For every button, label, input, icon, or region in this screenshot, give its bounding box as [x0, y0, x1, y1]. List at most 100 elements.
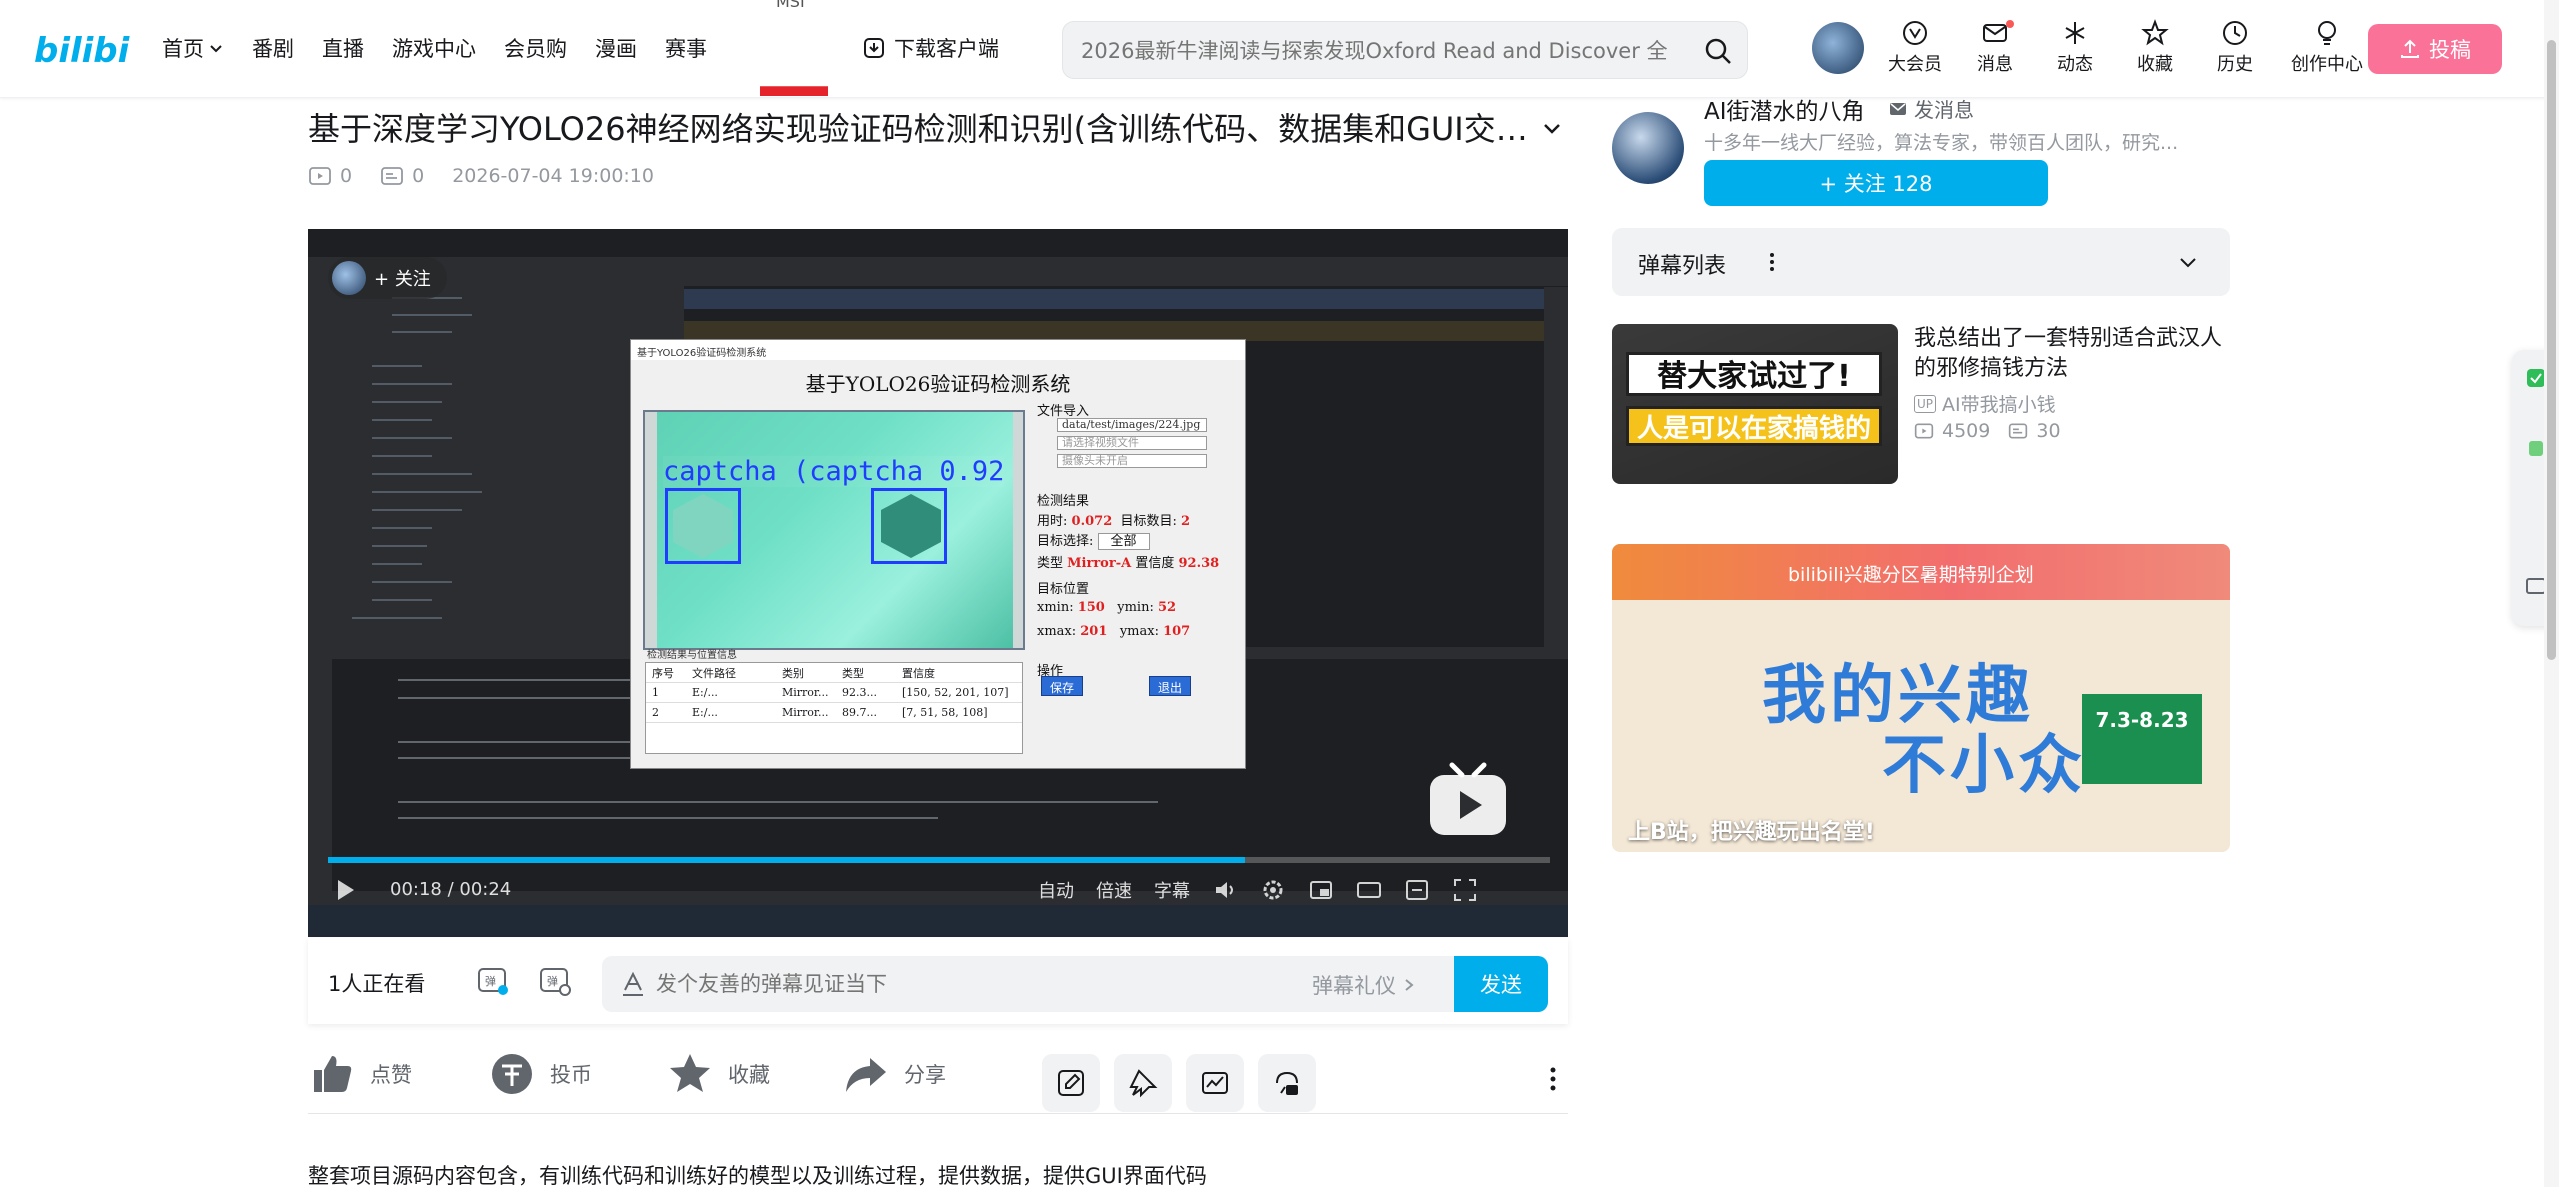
nav-manga[interactable]: 漫画: [595, 31, 637, 65]
report-button[interactable]: [1258, 1054, 1316, 1112]
upload-button[interactable]: 投稿: [2368, 24, 2502, 74]
menu-dynamics[interactable]: 动态: [2048, 18, 2102, 76]
gui-exit-button[interactable]: 退出: [1149, 676, 1192, 696]
recommended-uploader[interactable]: UP AI带我搞小钱: [1914, 390, 2056, 417]
menu-messages-label: 消息: [1977, 54, 2013, 75]
vip-icon: [1903, 21, 1927, 45]
recommended-thumbnail[interactable]: 替大家试过了! 人是可以在家搞钱的: [1612, 324, 1898, 484]
volume-icon[interactable]: [1212, 877, 1238, 903]
dynamics-icon: [2065, 22, 2085, 44]
pin-button[interactable]: [1114, 1054, 1172, 1112]
search-icon[interactable]: [1703, 36, 1733, 66]
menu-favorites[interactable]: 收藏: [2128, 18, 2182, 76]
webfullscreen-icon[interactable]: [1404, 877, 1430, 903]
play-count-icon: [1914, 423, 1934, 439]
progress-bar[interactable]: [328, 857, 1550, 863]
chart-icon: [1202, 1072, 1228, 1094]
bilibili-logo[interactable]: bilibili: [34, 24, 130, 72]
danmaku-input[interactable]: [656, 968, 1296, 1000]
nav-home[interactable]: 首页: [162, 31, 224, 65]
play-icon[interactable]: [332, 877, 358, 903]
table-row[interactable]: 2 E:/... Mirror... 89.7... [7, 51, 58, 1…: [646, 703, 1022, 723]
menu-dynamics-label: 动态: [2057, 54, 2093, 75]
table-row[interactable]: 1 E:/... Mirror... 92.3... [150, 52, 201…: [646, 683, 1022, 703]
nav-esports[interactable]: 赛事: [665, 31, 707, 65]
pip-icon[interactable]: [1308, 877, 1334, 903]
danmaku-list-panel[interactable]: 弹幕列表: [1612, 228, 2230, 296]
danmaku-settings-icon[interactable]: 弹: [538, 964, 572, 998]
banner-bottom-text: 上B站，把兴趣玩出名堂!: [1628, 820, 1875, 845]
nav-live[interactable]: 直播: [322, 31, 364, 65]
video-title: 基于深度学习YOLO26神经网络实现验证码检测和识别(含训练代码、数据集和GUI…: [308, 110, 1528, 148]
user-avatar[interactable]: [1812, 22, 1864, 74]
danmaku-bar: 1人正在看 弹 弹 弹幕礼仪 发送: [308, 938, 1568, 1024]
search-input[interactable]: [1081, 36, 1681, 66]
quality-auto[interactable]: 自动: [1038, 877, 1074, 903]
more-options-icon[interactable]: [1538, 1064, 1568, 1094]
nav-mall[interactable]: 会员购: [504, 31, 567, 65]
danmaku-send-button[interactable]: 发送: [1454, 956, 1548, 1012]
promo-banner[interactable]: bilibili兴趣分区暑期特别企划 我的兴趣 不小众 7.3-8.23 上B站…: [1612, 544, 2230, 852]
check-icon: [2527, 369, 2545, 387]
uploader-avatar[interactable]: [1612, 112, 1684, 184]
xmin-ymin-row: xmin: 150 ymin: 52: [1037, 600, 1177, 615]
ide-banner-warning: [684, 321, 1544, 341]
video-actions: 点赞 投币 收藏 分享: [308, 1044, 1568, 1114]
coin-button[interactable]: 投币: [488, 1050, 592, 1098]
chevron-down-icon[interactable]: [2176, 250, 2200, 274]
player-controls: 00:18 / 00:24 自动 倍速 字幕: [308, 877, 1568, 907]
menu-creator-center[interactable]: 创作中心: [2288, 18, 2366, 76]
tv-play-icon[interactable]: [1426, 759, 1510, 839]
table-header: 序号 文件路径 类别 类型 置信度: [646, 663, 1022, 683]
playback-speed[interactable]: 倍速: [1096, 877, 1132, 903]
scrollbar-thumb[interactable]: [2547, 40, 2556, 660]
video-file-field[interactable]: 请选择视频文件: [1057, 436, 1207, 450]
send-message-link[interactable]: 发消息: [1888, 94, 1974, 123]
result-section-title: 检测结果: [1037, 494, 1090, 509]
note-button[interactable]: [1042, 1054, 1100, 1112]
menu-messages[interactable]: 消息: [1968, 18, 2022, 76]
page-scrollbar[interactable]: [2544, 0, 2559, 1187]
danmaku-icon: [381, 167, 403, 185]
fullscreen-icon[interactable]: [1452, 877, 1478, 903]
danmaku-etiquette-link[interactable]: 弹幕礼仪: [1312, 970, 1416, 1000]
uploader-name[interactable]: AI街潜水的八角: [1704, 92, 1865, 126]
expand-title-icon[interactable]: [1540, 116, 1564, 140]
recommended-video[interactable]: 替大家试过了! 人是可以在家搞钱的 我总结出了一套特别适合武汉人的邪修搞钱方法 …: [1612, 324, 2230, 484]
viewer-count: 1人正在看: [328, 972, 426, 996]
video-player[interactable]: + 关注 基于YOLO26验证码检测系统 基于YOLO26验证码检测系统 cap…: [308, 229, 1568, 937]
camera-field[interactable]: 摄像头未开启: [1057, 454, 1207, 468]
file-path-field[interactable]: data/test/images/224.jpg: [1057, 418, 1207, 432]
gui-save-button[interactable]: 保存: [1041, 676, 1084, 696]
share-label: 分享: [904, 1063, 946, 1087]
follow-button[interactable]: + 关注 128: [1704, 160, 2048, 206]
menu-history-label: 历史: [2217, 54, 2253, 75]
stats-button[interactable]: [1186, 1054, 1244, 1112]
nav-anime[interactable]: 番剧: [252, 31, 294, 65]
menu-vip[interactable]: 大会员: [1888, 18, 1942, 76]
player-follow-chip[interactable]: + 关注: [328, 257, 447, 299]
danmaku-toggle-icon[interactable]: 弹: [476, 964, 510, 998]
recommended-danmaku: 30: [2036, 420, 2061, 442]
menu-history[interactable]: 历史: [2208, 18, 2262, 76]
gui-control-panel: 文件导入 data/test/images/224.jpg 请选择视频文件 摄像…: [1029, 400, 1243, 750]
player-controls-right: 自动 倍速 字幕: [1038, 877, 1478, 903]
detection-gui-window: 基于YOLO26验证码检测系统 基于YOLO26验证码检测系统 captcha …: [630, 339, 1246, 769]
share-arrow-icon: [846, 1058, 886, 1092]
download-icon: [864, 38, 884, 58]
share-button[interactable]: 分享: [842, 1050, 946, 1098]
widescreen-icon[interactable]: [1356, 877, 1382, 903]
download-label: 下载客户端: [894, 37, 999, 61]
target-select[interactable]: 全部: [1097, 533, 1150, 550]
message-badge: [2006, 20, 2014, 28]
nav-game-center[interactable]: 游戏中心: [392, 31, 476, 65]
favorite-button[interactable]: 收藏: [666, 1050, 770, 1098]
text-style-icon[interactable]: [620, 970, 646, 998]
svg-text:弹: 弹: [547, 974, 558, 988]
like-button[interactable]: 点赞: [308, 1050, 412, 1098]
recommended-title[interactable]: 我总结出了一套特别适合武汉人的邪修搞钱方法: [1914, 324, 2230, 384]
more-vertical-icon[interactable]: [1760, 250, 1784, 274]
subtitles[interactable]: 字幕: [1154, 877, 1190, 903]
download-client-link[interactable]: 下载客户端: [862, 31, 999, 65]
settings-gear-icon[interactable]: [1260, 877, 1286, 903]
